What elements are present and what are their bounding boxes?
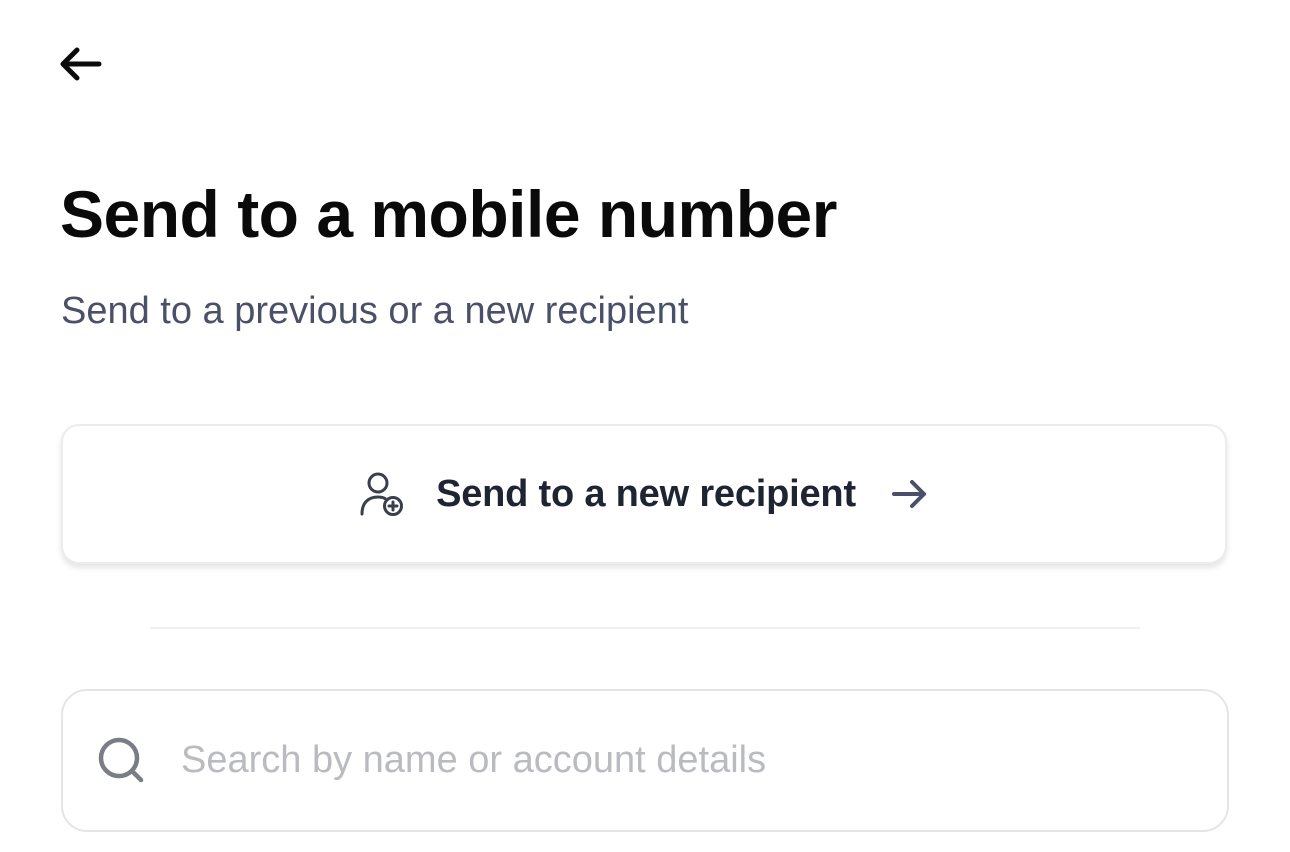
search-icon bbox=[97, 736, 147, 786]
divider bbox=[150, 627, 1140, 629]
send-to-new-recipient-button[interactable]: Send to a new recipient bbox=[61, 424, 1227, 564]
search-box[interactable] bbox=[61, 689, 1229, 832]
back-button[interactable] bbox=[54, 40, 106, 88]
page-title: Send to a mobile number bbox=[60, 177, 837, 251]
arrow-right-icon bbox=[890, 474, 930, 514]
arrow-left-icon bbox=[57, 45, 103, 83]
page-subtitle: Send to a previous or a new recipient bbox=[61, 290, 689, 332]
new-recipient-label: Send to a new recipient bbox=[436, 472, 856, 515]
person-add-icon bbox=[358, 470, 406, 518]
search-input[interactable] bbox=[181, 730, 1181, 791]
